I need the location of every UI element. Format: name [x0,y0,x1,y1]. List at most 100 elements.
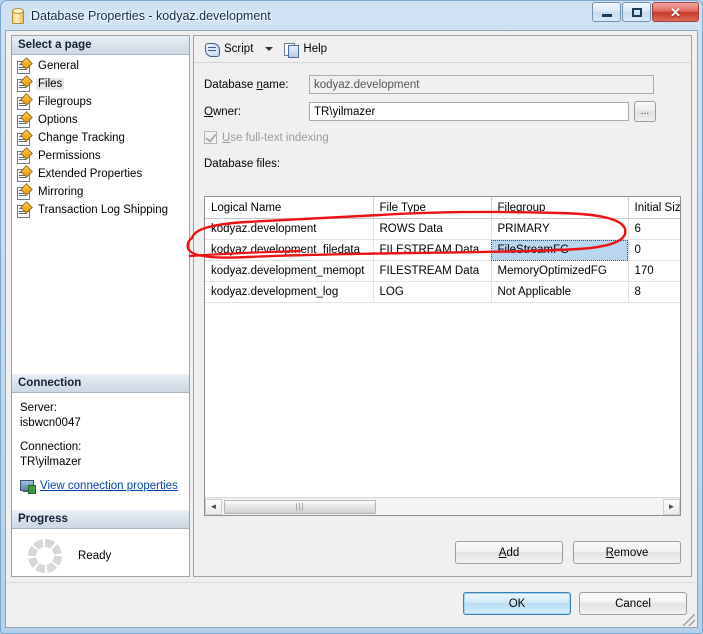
maximize-icon [631,7,642,17]
scroll-right-arrow-icon[interactable]: ► [663,498,680,515]
scrollbar-thumb[interactable]: ||| [224,499,376,514]
scrollbar-track[interactable]: ||| [222,498,663,515]
server-label: Server: [20,402,58,414]
window-title: Database Properties - kodyaz.development [31,8,271,23]
use-full-text-indexing-label: Use full-text indexing [222,131,329,144]
grid-action-buttons: Add Remove [455,541,681,564]
view-connection-properties-row[interactable]: View connection properties [20,479,181,494]
cell-filegroup[interactable]: Not Applicable [491,281,629,303]
column-header-initial-size[interactable]: Initial Size ... [628,197,680,219]
toolbar: Script Help [194,36,691,63]
database-files-grid[interactable]: Logical Name File Type Filegroup Initial… [204,196,681,516]
cell-logical-name[interactable]: kodyaz.development [205,218,374,240]
owner-input[interactable] [309,102,629,121]
progress-header: Progress [12,510,189,529]
help-button[interactable]: Help [281,40,330,59]
owner-browse-button[interactable]: ... [634,101,656,122]
sidebar-item-filegroups[interactable]: Filegroups [12,92,189,111]
sidebar-item-label: Files [36,78,65,90]
cell-filegroup[interactable]: PRIMARY [491,218,629,240]
chevron-down-icon[interactable] [265,47,274,51]
window-controls: ✕ [591,2,699,22]
close-button[interactable]: ✕ [652,2,699,22]
connection-value: TR\yilmazer [20,456,82,468]
add-label: Add [498,546,520,559]
connection-label: Connection: [20,441,82,453]
page-icon [17,110,33,128]
page-icon [17,56,33,74]
cell-logical-name[interactable]: kodyaz.development_memopt [205,260,374,282]
checkmark-icon [205,131,217,143]
sidebar-item-label: General [38,60,79,72]
database-cylinder-icon [10,7,24,24]
scroll-left-arrow-icon[interactable]: ◄ [205,498,222,515]
use-full-text-indexing-row: Use full-text indexing [204,131,691,144]
owner-label: Owner: [204,105,242,118]
sidebar-item-label: Permissions [38,150,101,162]
sidebar-item-files[interactable]: Files [12,74,189,93]
page-icon [17,128,33,146]
cell-file-type[interactable]: ROWS Data [373,218,492,240]
minimize-button[interactable] [592,2,621,22]
sidebar-item-extended-properties[interactable]: Extended Properties [12,164,189,183]
right-pane: Script Help Database name: Owner: ... [193,35,692,577]
database-properties-window: Database Properties - kodyaz.development… [0,0,703,634]
cell-initial-size[interactable]: 8 [628,281,680,303]
page-icon [17,182,33,200]
cell-logical-name[interactable]: kodyaz.development_filedata [205,239,374,261]
left-pane: Select a page General Files Filegroups O… [11,35,190,577]
database-name-input[interactable] [309,75,654,94]
cell-file-type[interactable]: LOG [373,281,492,303]
database-files-label: Database files: [204,158,281,170]
select-a-page-header: Select a page [12,36,189,55]
cancel-button[interactable]: Cancel [579,592,687,615]
database-name-label: Database name: [204,78,289,91]
page-icon [17,92,33,110]
cell-file-type[interactable]: FILESTREAM Data [373,260,492,282]
cell-initial-size[interactable]: 6 [628,218,680,240]
use-full-text-indexing-checkbox[interactable] [204,131,217,144]
sidebar-item-label: Options [38,114,78,126]
help-page-icon [284,42,300,58]
sidebar-item-transaction-log-shipping[interactable]: Transaction Log Shipping [12,200,189,219]
cell-initial-size[interactable]: 0 [628,239,680,261]
progress-details: Ready [12,529,189,576]
sidebar-item-permissions[interactable]: Permissions [12,146,189,165]
server-value: isbwcn0047 [20,417,81,429]
column-header-logical-name[interactable]: Logical Name [205,197,374,219]
sidebar-item-options[interactable]: Options [12,110,189,129]
grid-horizontal-scrollbar[interactable]: ◄ ||| ► [205,497,680,515]
connection-details: Server: isbwcn0047 Connection: TR\yilmaz… [12,393,189,498]
dialog-footer: OK Cancel [6,582,697,627]
sidebar-item-general[interactable]: General [12,56,189,75]
view-connection-properties-link[interactable]: View connection properties [40,479,178,494]
script-icon [204,42,220,57]
sidebar-item-change-tracking[interactable]: Change Tracking [12,128,189,147]
column-header-file-type[interactable]: File Type [373,197,492,219]
cell-file-type[interactable]: FILESTREAM Data [373,239,492,261]
table-row[interactable]: kodyaz.development ROWS Data PRIMARY 6 B… [205,218,680,240]
database-name-row: Database name: [204,75,691,94]
progress-spinner-icon [28,539,62,573]
ok-button[interactable]: OK [463,592,571,615]
script-label: Script [224,43,254,55]
script-button[interactable]: Script [201,40,256,59]
resize-grip-icon[interactable] [683,614,695,626]
cell-initial-size[interactable]: 170 [628,260,680,282]
cell-filegroup[interactable]: MemoryOptimizedFG [491,260,629,282]
sidebar-item-label: Extended Properties [38,168,143,180]
table-row[interactable]: kodyaz.development_log LOG Not Applicabl… [205,281,680,303]
column-header-filegroup[interactable]: Filegroup [491,197,629,219]
connection-header: Connection [12,374,189,393]
sidebar-item-mirroring[interactable]: Mirroring [12,182,189,201]
cell-filegroup-selected[interactable]: FileStreamFG [491,239,629,261]
add-button[interactable]: Add [455,541,563,564]
progress-status: Ready [78,550,112,562]
remove-button[interactable]: Remove [573,541,681,564]
table-row[interactable]: kodyaz.development_filedata FILESTREAM D… [205,239,680,261]
title-bar: Database Properties - kodyaz.development… [1,1,702,30]
maximize-button[interactable] [622,2,651,22]
sidebar-item-label: Filegroups [38,96,92,108]
cell-logical-name[interactable]: kodyaz.development_log [205,281,374,303]
table-row[interactable]: kodyaz.development_memopt FILESTREAM Dat… [205,260,680,282]
